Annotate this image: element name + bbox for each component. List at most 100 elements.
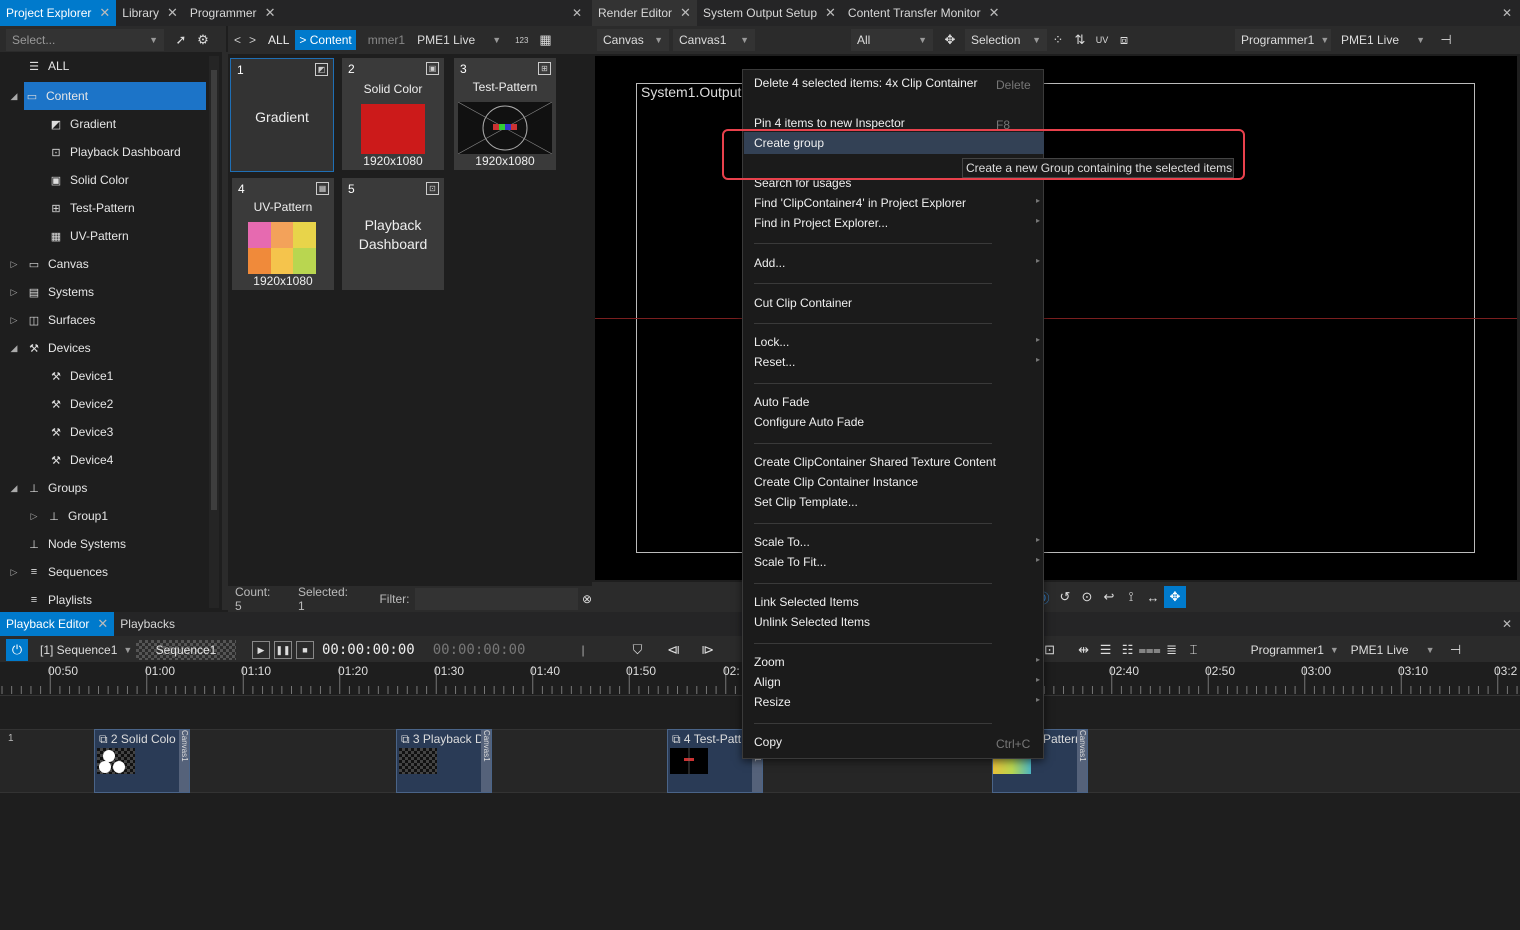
tab-programmer[interactable]: Programmer ✕	[184, 0, 282, 26]
filter-input[interactable]	[415, 588, 578, 610]
menu-item-find-in-explorer[interactable]: Find in Project Explorer... ▸	[754, 216, 1040, 230]
curve-icon[interactable]: ↺	[1054, 586, 1076, 608]
tile-uv-pattern[interactable]: 4 ▦ UV-Pattern 1920x1080	[232, 178, 334, 290]
tab-render-editor[interactable]: Render Editor ✕	[592, 0, 697, 26]
tree-item-surfaces[interactable]: ▷ ◫ Surfaces	[8, 306, 96, 334]
tree-item-test-pattern[interactable]: ⊞ Test-Pattern	[48, 194, 134, 222]
close-icon[interactable]: ✕	[99, 5, 110, 21]
horizontal-fit-icon[interactable]: ↔	[1142, 586, 1164, 608]
zoom-out-icon[interactable]: ⇹	[1073, 639, 1095, 661]
menu-item-reset[interactable]: Reset... ▸	[754, 355, 1040, 369]
close-icon[interactable]: ✕	[97, 616, 108, 632]
distribute-icon[interactable]: ⩶	[1138, 639, 1160, 661]
tree-item-all[interactable]: ☰ ALL	[14, 52, 69, 80]
tree-item-systems[interactable]: ▷ ▤ Systems	[8, 278, 94, 306]
tab-playbacks[interactable]: Playbacks	[114, 612, 181, 636]
focus-icon[interactable]: ✥	[1164, 586, 1186, 608]
expand-arrow[interactable]: ◢	[8, 82, 20, 110]
tree-item-device3[interactable]: ⚒ Device3	[48, 418, 113, 446]
tab-library[interactable]: Library ✕	[116, 0, 184, 26]
jump-start-icon[interactable]: ⧏	[663, 639, 685, 661]
programmer-dropdown[interactable]: mmer1	[368, 33, 405, 47]
tree-item-solid-color[interactable]: ▣ Solid Color	[48, 166, 129, 194]
close-icon[interactable]: ✕	[680, 5, 691, 21]
breadcrumb-all[interactable]: ALL	[268, 33, 289, 47]
close-icon[interactable]: ✕	[825, 5, 836, 21]
close-panel-icon[interactable]: ✕	[1502, 6, 1520, 20]
pin-icon[interactable]: ⊣	[1435, 29, 1457, 51]
menu-item-delete[interactable]: Delete 4 selected items: 4x Clip Contain…	[754, 76, 1031, 92]
breadcrumb-content[interactable]: > Content	[295, 30, 356, 50]
tree-item-playlists[interactable]: ≡ Playlists	[26, 586, 92, 614]
menu-item-auto-fade[interactable]: Auto Fade	[754, 395, 809, 409]
tab-content-transfer-monitor[interactable]: Content Transfer Monitor ✕	[842, 0, 1006, 26]
align-left-icon[interactable]: ☰	[1095, 639, 1117, 661]
nav-back-button[interactable]: <	[234, 33, 241, 47]
tree-item-sequences[interactable]: ▷ ≡ Sequences	[8, 558, 109, 586]
tree-item-canvas[interactable]: ▷ ▭ Canvas	[8, 250, 89, 278]
menu-item-add[interactable]: Add... ▸	[754, 256, 1040, 270]
sequence-dropdown[interactable]: [1] Sequence1 ▼	[34, 639, 132, 661]
menu-item-scale-to-fit[interactable]: Scale To Fit... ▸	[754, 555, 1040, 569]
tile-solid-color[interactable]: 2 ▣ Solid Color 1920x1080	[342, 58, 444, 170]
bounds-icon[interactable]: ⧈	[1113, 29, 1135, 51]
tree-item-device2[interactable]: ⚒ Device2	[48, 390, 113, 418]
tab-playback-editor[interactable]: Playback Editor ✕	[0, 612, 115, 636]
live-dropdown[interactable]: PME1 Live ▼	[1344, 639, 1441, 661]
canvas-dropdown[interactable]: Canvas1 ▼	[673, 29, 755, 51]
close-icon[interactable]: ✕	[989, 5, 1000, 21]
gear-icon[interactable]: ⚙	[192, 29, 214, 51]
tree-item-node-systems[interactable]: ⊥ Node Systems	[26, 530, 126, 558]
close-panel-icon[interactable]: ✕	[1502, 617, 1520, 631]
tile-playback-dashboard[interactable]: 5 ⊡ Playback Dashboard	[342, 178, 444, 290]
tab-system-output-setup[interactable]: System Output Setup ✕	[697, 0, 842, 26]
align-center-icon[interactable]: ☷	[1117, 639, 1139, 661]
select-dropdown[interactable]: Select... ▼	[6, 29, 164, 51]
snap-icon[interactable]: ⁘	[1047, 29, 1069, 51]
tree-item-group1[interactable]: ▷ ⊥ Group1	[28, 502, 109, 530]
tile-test-pattern[interactable]: 3 ⊞ Test-Pattern 1920x1080	[454, 58, 556, 170]
menu-item-find-clipcontainer[interactable]: Find 'ClipContainer4' in Project Explore…	[754, 196, 1040, 210]
selection-mode-dropdown[interactable]: Selection ▼	[965, 29, 1047, 51]
vertical-fit-icon[interactable]: ⟟	[1120, 586, 1142, 608]
tree-item-gradient[interactable]: ◩ Gradient	[48, 110, 116, 138]
move-tool-icon[interactable]: ✥	[939, 29, 961, 51]
uv-toggle[interactable]: UV	[1091, 29, 1113, 51]
menu-item-unlink[interactable]: Unlink Selected Items	[754, 615, 870, 629]
tile-gradient[interactable]: 1 ◩ Gradient	[230, 58, 334, 172]
undo-icon[interactable]: ↩	[1098, 586, 1120, 608]
pause-icon[interactable]: ❚❚	[274, 641, 292, 659]
sequence-name-field[interactable]: Sequence1	[136, 640, 236, 660]
tree-scrollbar[interactable]	[209, 56, 219, 608]
live-dropdown[interactable]: PME1 Live ▼	[1335, 29, 1431, 51]
menu-item-cut[interactable]: Cut Clip Container	[754, 296, 852, 310]
grid-view-icon[interactable]: ▦	[534, 29, 556, 51]
tree-item-playback-dashboard[interactable]: ⊡ Playback Dashboard	[48, 138, 180, 166]
close-panel-icon[interactable]: ✕	[572, 6, 592, 20]
stop-icon[interactable]: ■	[296, 641, 314, 659]
programmer-dropdown[interactable]: Programmer1 ▼	[1244, 639, 1341, 661]
power-icon[interactable]: ⏻	[6, 639, 28, 661]
cursor-text-icon[interactable]: ⌶	[1183, 639, 1205, 661]
stack-icon[interactable]: ≣	[1161, 639, 1183, 661]
tab-project-explorer[interactable]: Project Explorer ✕	[0, 0, 117, 26]
tree-item-groups[interactable]: ◢ ⊥ Groups	[8, 474, 88, 502]
tree-item-device1[interactable]: ⚒ Device1	[48, 362, 113, 390]
menu-item-set-template[interactable]: Set Clip Template...	[754, 495, 858, 509]
tree-item-device4[interactable]: ⚒ Device4	[48, 446, 113, 474]
menu-item-scale-to[interactable]: Scale To... ▸	[754, 535, 1040, 549]
play-icon[interactable]: ▶	[252, 641, 270, 659]
close-icon[interactable]: ✕	[167, 5, 178, 21]
jump-end-icon[interactable]: ⧐	[697, 639, 719, 661]
programmer-dropdown[interactable]: Programmer1 ▼	[1235, 29, 1331, 51]
menu-item-shared-texture[interactable]: Create ClipContainer Shared Texture Cont…	[754, 455, 996, 469]
close-icon[interactable]: ✕	[265, 5, 276, 21]
marker-icon[interactable]: ⛉	[627, 639, 649, 661]
clear-filter-icon[interactable]: ⊗	[582, 592, 592, 606]
numbering-toggle[interactable]: 123	[515, 36, 528, 45]
menu-item-link[interactable]: Link Selected Items	[754, 595, 859, 609]
timeline-clip-solid-color[interactable]: ⧉ 2 Solid Colo Canvas1	[94, 729, 190, 793]
menu-item-resize[interactable]: Resize ▸	[754, 695, 1040, 709]
tree-item-uv-pattern[interactable]: ▦ UV-Pattern	[48, 222, 129, 250]
canvas-type-dropdown[interactable]: Canvas ▼	[597, 29, 669, 51]
